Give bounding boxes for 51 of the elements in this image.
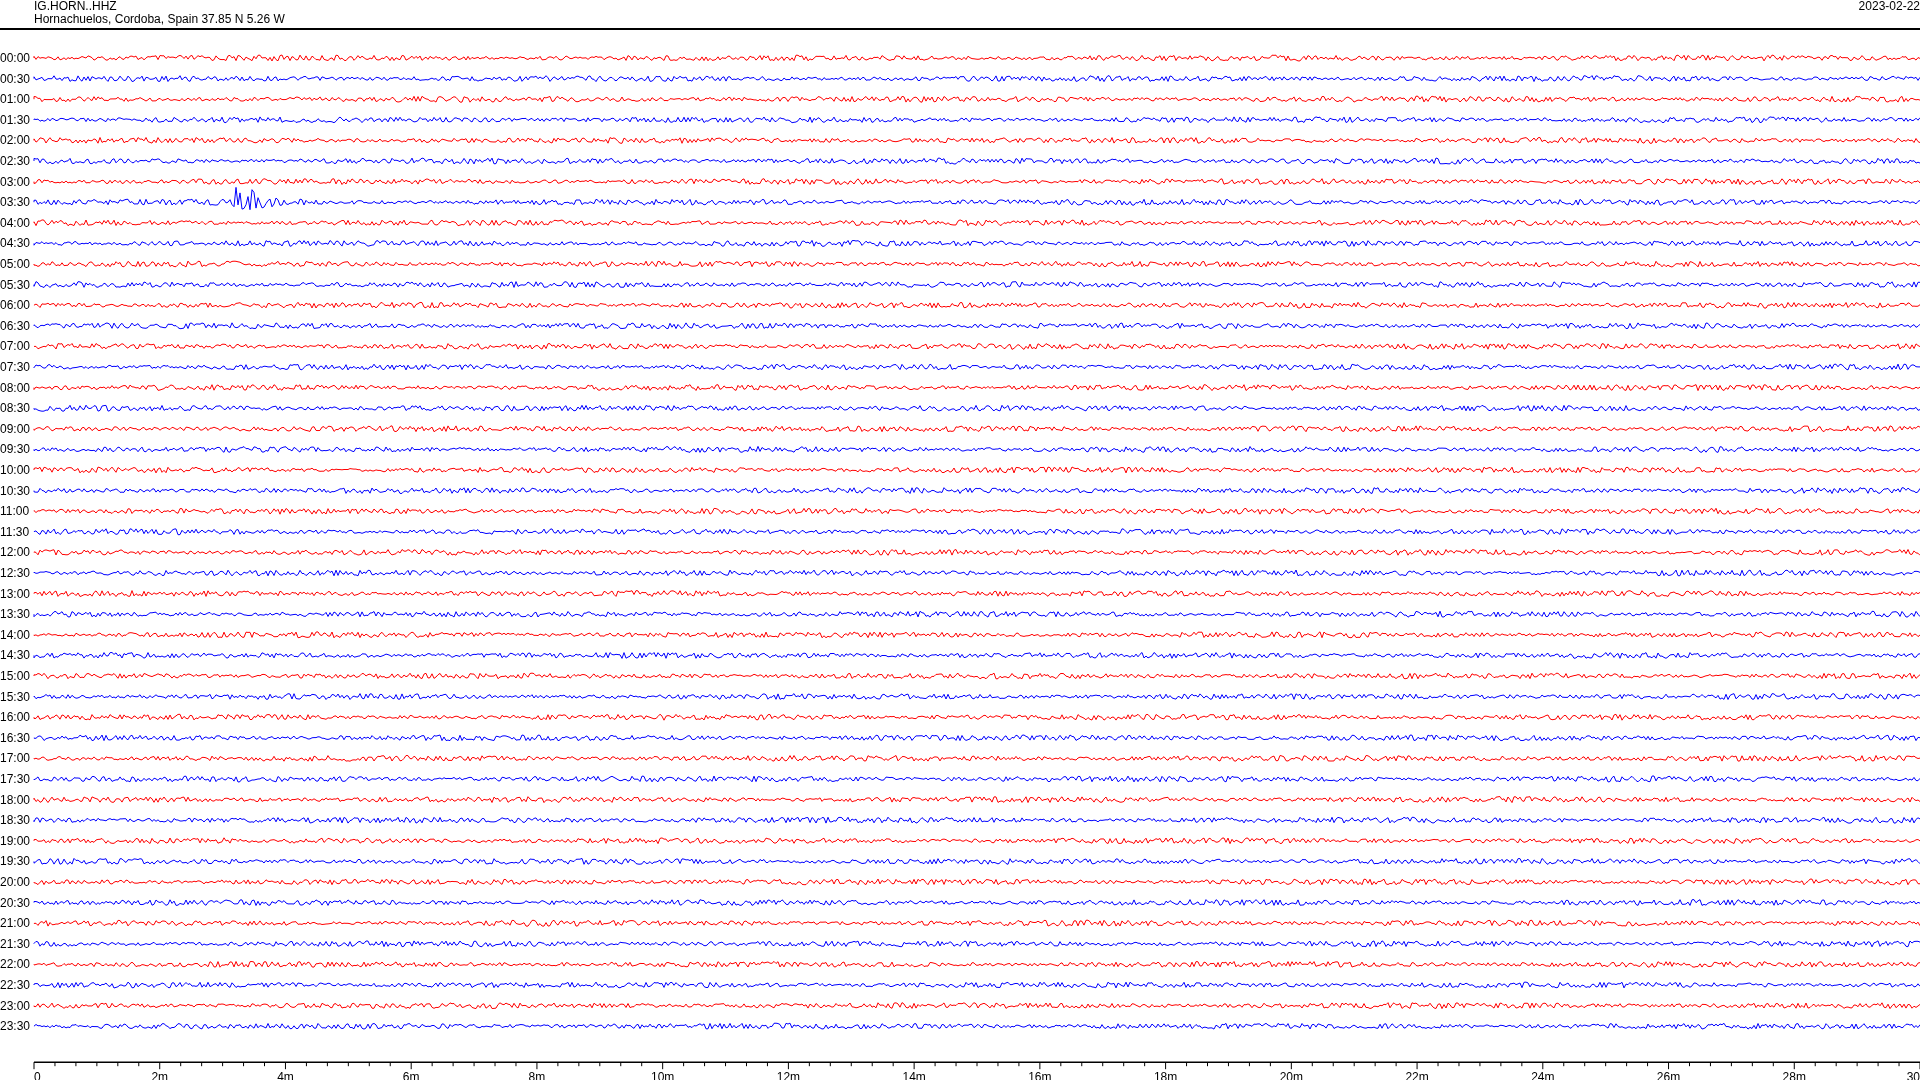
time-label: 13:00 — [0, 586, 31, 601]
time-label: 03:00 — [0, 174, 31, 189]
time-label: 20:00 — [0, 875, 31, 889]
time-label: 20:30 — [0, 895, 31, 910]
time-label: 01:00 — [0, 92, 31, 107]
time-label: 09:30 — [0, 442, 31, 457]
time-label: 05:00 — [0, 257, 31, 271]
time-label: 04:30 — [0, 236, 31, 251]
time-label: 00:30 — [0, 71, 31, 86]
time-label: 17:00 — [0, 751, 31, 766]
time-label: 02:30 — [0, 154, 31, 168]
time-label: 12:00 — [0, 545, 31, 560]
time-label: 17:30 — [0, 772, 31, 786]
time-label: 05:30 — [0, 277, 31, 292]
station-code: IG.HORN..HHZ — [34, 0, 118, 13]
time-label: 21:00 — [0, 916, 31, 931]
time-label: 00:00 — [0, 51, 31, 65]
plot-date: 2023-02-22 — [1858, 0, 1920, 13]
time-label: 23:30 — [0, 1019, 31, 1034]
time-label: 16:00 — [0, 710, 31, 725]
time-label: 10:00 — [0, 463, 31, 477]
time-label: 11:00 — [0, 504, 30, 519]
time-label: 09:00 — [0, 421, 31, 436]
time-label: 04:00 — [0, 215, 31, 230]
time-label: 06:00 — [0, 298, 31, 313]
time-label: 22:00 — [0, 957, 31, 972]
time-label: 08:00 — [0, 380, 31, 395]
time-label: 12:30 — [0, 566, 31, 580]
time-label: 10:30 — [0, 483, 31, 498]
time-label: 02:00 — [0, 133, 31, 148]
time-label: 01:30 — [0, 112, 31, 127]
time-label: 13:30 — [0, 607, 31, 622]
station-location: Hornachuelos, Cordoba, Spain 37.85 N 5.26 W — [34, 13, 285, 26]
time-label: 19:30 — [0, 854, 31, 869]
time-label: 14:00 — [0, 627, 31, 642]
time-label: 16:30 — [0, 730, 31, 745]
time-label: 08:30 — [0, 401, 31, 416]
time-label: 19:00 — [0, 833, 31, 848]
time-label: 15:00 — [0, 669, 31, 683]
time-label: 03:30 — [0, 195, 31, 210]
time-label: 15:30 — [0, 689, 31, 704]
time-label: 18:30 — [0, 813, 31, 828]
time-label: 23:00 — [0, 998, 31, 1013]
time-label: 07:00 — [0, 339, 31, 354]
time-label: 18:00 — [0, 792, 31, 807]
time-label: 07:30 — [0, 360, 31, 374]
time-label: 14:30 — [0, 648, 31, 663]
time-label: 06:30 — [0, 318, 31, 333]
time-label: 11:30 — [0, 524, 30, 539]
time-label: 21:30 — [0, 936, 31, 951]
time-label: 22:30 — [0, 978, 31, 992]
